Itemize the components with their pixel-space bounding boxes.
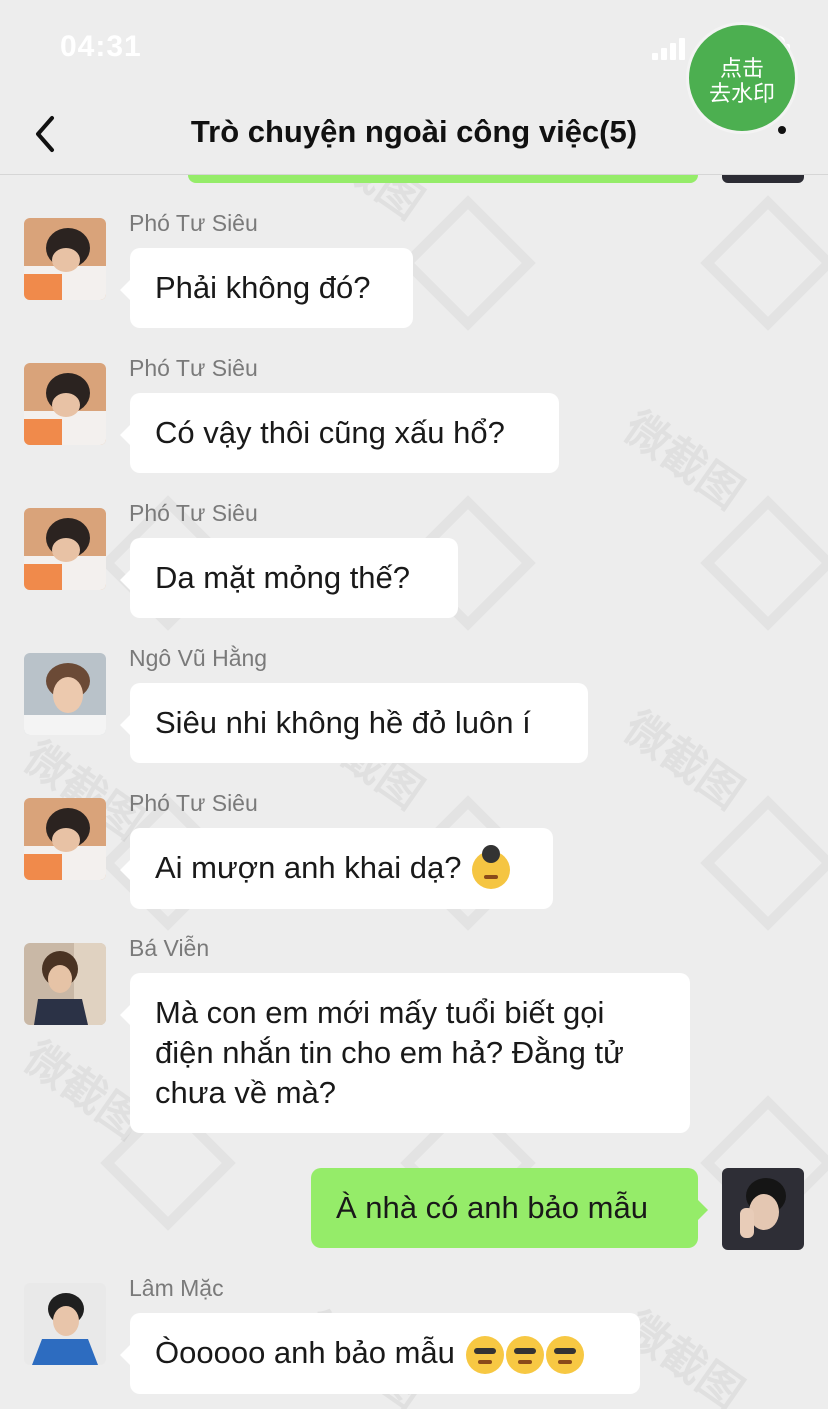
sender-name: Phó Tư Siêu bbox=[129, 790, 258, 816]
watermark-text: 微截图 bbox=[294, 175, 439, 231]
message-bubble[interactable]: Mà con em mới mấy tuổi biết gọi điện nhắ… bbox=[120, 973, 690, 1133]
badge-line-2: 去水印 bbox=[708, 82, 775, 107]
avatar bbox=[722, 175, 804, 183]
message-text: Òooooo anh bảo mẫu bbox=[155, 1335, 455, 1370]
message-bubble[interactable]: Da mặt mỏng thế? bbox=[120, 538, 458, 618]
message-bubble[interactable]: Ai mượn anh khai dạ? bbox=[120, 828, 553, 909]
message-text: Có vậy thôi cũng xấu hổ? bbox=[155, 415, 505, 450]
sender-name: Ngô Vũ Hằng bbox=[129, 645, 268, 671]
signal-icon bbox=[652, 38, 685, 60]
message-bubble[interactable]: Òooooo anh bảo mẫu bbox=[120, 1313, 640, 1394]
avatar[interactable] bbox=[24, 798, 106, 880]
watermark-logo bbox=[700, 495, 828, 631]
sender-name: Phó Tư Siêu bbox=[129, 210, 258, 236]
watermark-logo bbox=[700, 195, 828, 331]
status-time: 04:31 bbox=[60, 30, 142, 63]
message-text: À nhà có anh bảo mẫu bbox=[336, 1190, 648, 1225]
message-bubble[interactable]: Phải không đó? bbox=[120, 248, 413, 328]
smirk-sunglasses-emoji bbox=[545, 1335, 584, 1374]
badge-line-1: 点击 bbox=[719, 57, 764, 82]
smirk-sunglasses-emoji bbox=[505, 1335, 544, 1374]
sender-name: Bá Viễn bbox=[129, 935, 210, 961]
smirk-sunglasses-emoji bbox=[465, 1335, 504, 1374]
previous-message-bubble bbox=[188, 175, 698, 183]
message-text: Mà con em mới mấy tuổi biết gọi điện nhắ… bbox=[155, 995, 624, 1110]
message-text: Siêu nhi không hề đỏ luôn í bbox=[155, 705, 531, 740]
watermark-text: 微截图 bbox=[614, 401, 753, 520]
sender-name: Phó Tư Siêu bbox=[129, 500, 258, 526]
avatar[interactable] bbox=[24, 508, 106, 590]
remove-watermark-badge[interactable]: 点击 去水印 bbox=[686, 22, 798, 134]
dizzy-face-emoji bbox=[472, 844, 511, 889]
sender-name: Lâm Mặc bbox=[129, 1275, 224, 1301]
more-options-icon[interactable] bbox=[778, 126, 786, 134]
avatar[interactable] bbox=[722, 1168, 804, 1250]
message-text: Ai mượn anh khai dạ? bbox=[155, 850, 462, 885]
chat-messages[interactable]: 微截图 微截图 微截图 微截图 微截图 微截图 微截图 微截图 微截图 Phó … bbox=[0, 175, 828, 1409]
watermark-logo bbox=[700, 795, 828, 931]
message-bubble[interactable]: Có vậy thôi cũng xấu hổ? bbox=[120, 393, 559, 473]
watermark-text: 微截图 bbox=[614, 701, 753, 820]
sender-name: Phó Tư Siêu bbox=[129, 355, 258, 381]
watermark-logo bbox=[400, 195, 536, 331]
avatar[interactable] bbox=[24, 218, 106, 300]
message-text: Da mặt mỏng thế? bbox=[155, 560, 411, 595]
message-text: Phải không đó? bbox=[155, 270, 371, 305]
avatar[interactable] bbox=[24, 943, 106, 1025]
avatar[interactable] bbox=[24, 1283, 106, 1365]
avatar[interactable] bbox=[24, 653, 106, 735]
avatar[interactable] bbox=[24, 363, 106, 445]
message-bubble[interactable]: Siêu nhi không hề đỏ luôn í bbox=[120, 683, 588, 763]
message-bubble[interactable]: À nhà có anh bảo mẫu bbox=[311, 1168, 708, 1248]
